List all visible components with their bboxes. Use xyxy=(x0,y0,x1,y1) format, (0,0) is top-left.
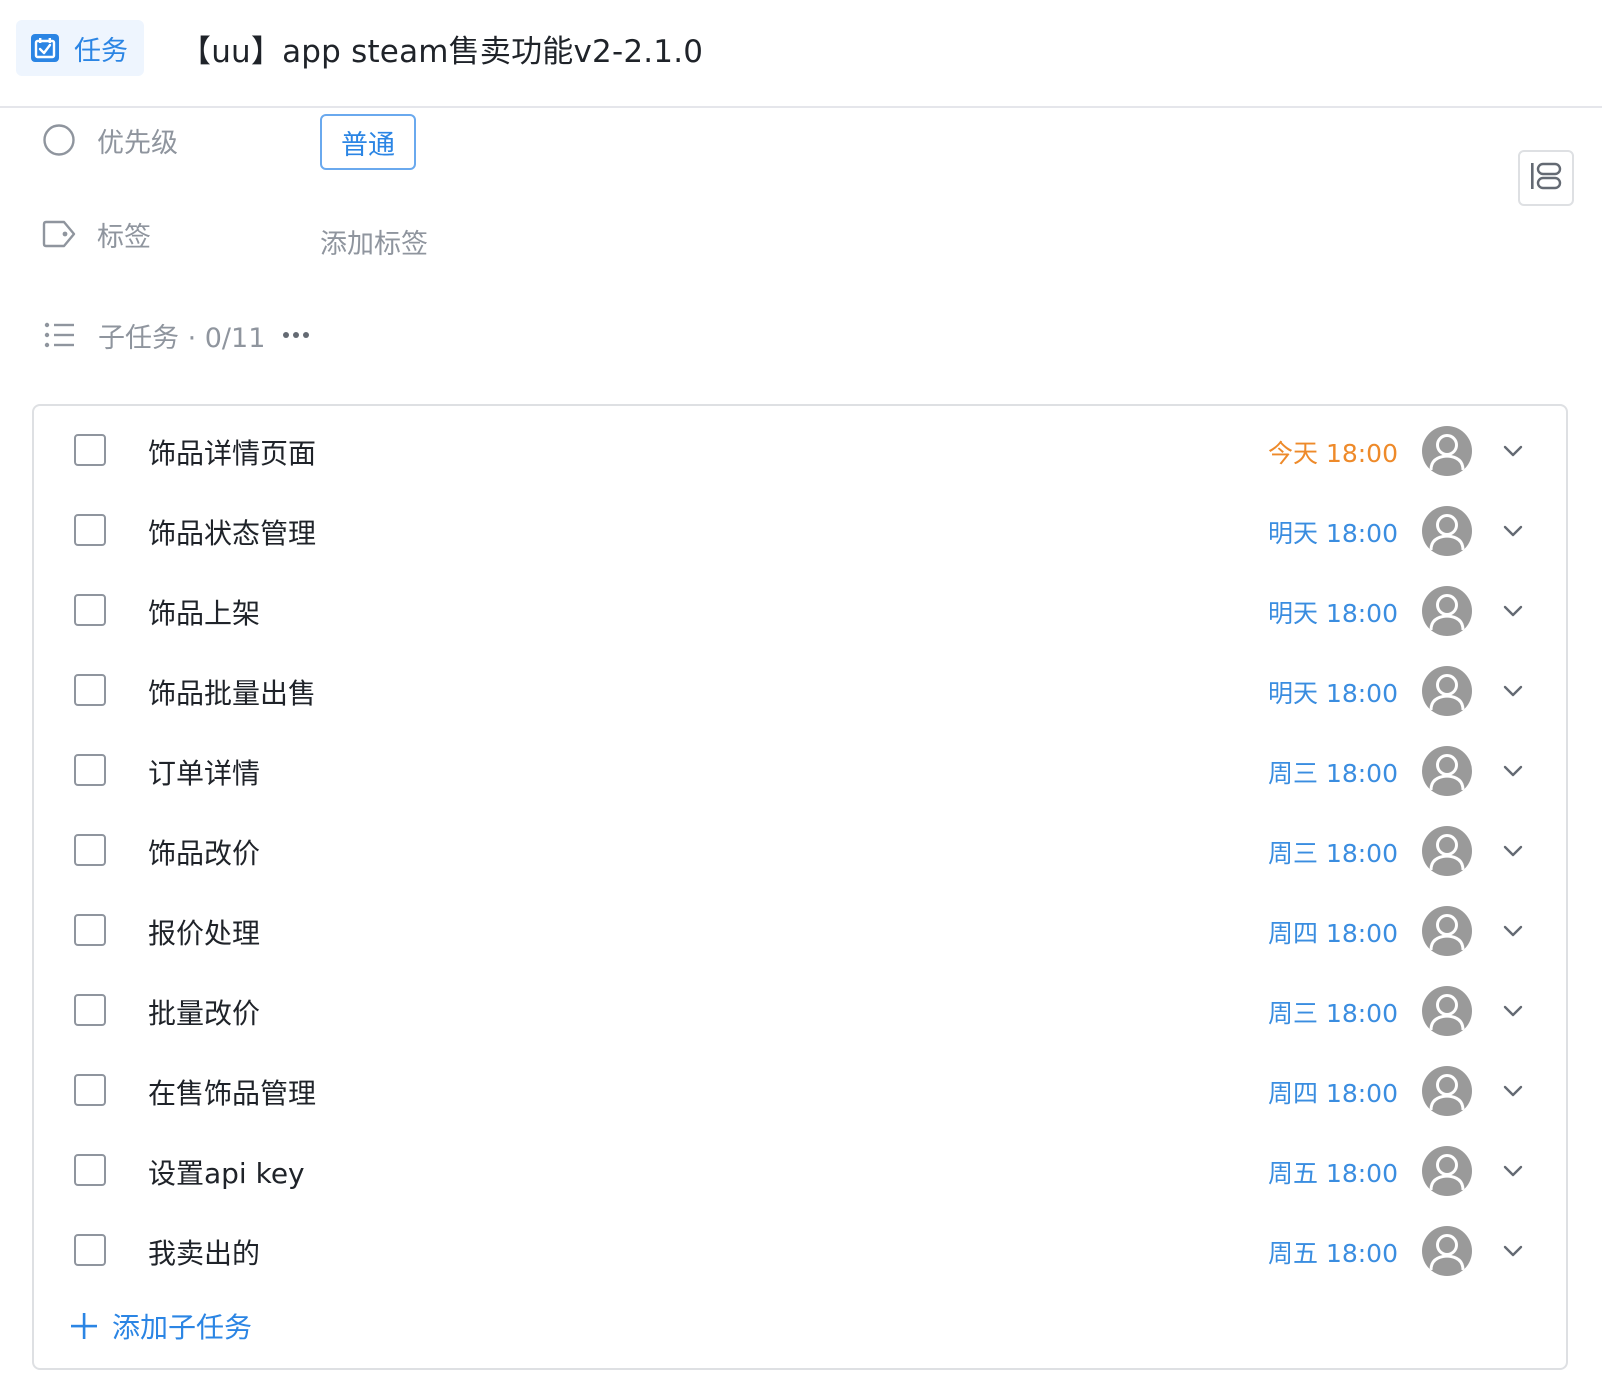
priority-label: 优先级 xyxy=(97,127,178,159)
layout-icon xyxy=(1529,161,1563,195)
subtask-row[interactable]: 订单详情 周三 18:00 xyxy=(34,732,1566,812)
chevron-down-icon[interactable] xyxy=(1500,998,1526,1024)
subtask-due-date[interactable]: 明天 18:00 xyxy=(1268,594,1398,630)
task-checkbox-icon xyxy=(28,31,62,65)
subtask-row[interactable]: 批量改价 周三 18:00 xyxy=(34,972,1566,1052)
subtask-title[interactable]: 饰品批量出售 xyxy=(148,672,316,712)
subtask-checkbox[interactable] xyxy=(74,594,106,626)
priority-field: 优先级 xyxy=(40,112,178,168)
subtask-title[interactable]: 饰品改价 xyxy=(148,832,260,872)
subtask-row[interactable]: 在售饰品管理 周四 18:00 xyxy=(34,1052,1566,1132)
assignee-avatar[interactable] xyxy=(1422,1146,1472,1196)
subtasks-count-label: 子任务 · 0/11 xyxy=(98,322,266,354)
assignee-avatar[interactable] xyxy=(1422,826,1472,876)
chevron-down-icon[interactable] xyxy=(1500,1238,1526,1264)
subtask-row[interactable]: 设置api key 周五 18:00 xyxy=(34,1132,1566,1212)
chevron-down-icon[interactable] xyxy=(1500,518,1526,544)
circle-icon xyxy=(40,121,78,159)
subtask-due-date[interactable]: 周五 18:00 xyxy=(1268,1234,1398,1270)
more-icon[interactable] xyxy=(283,332,310,338)
subtask-checkbox[interactable] xyxy=(74,754,106,786)
subtask-due-date[interactable]: 明天 18:00 xyxy=(1268,674,1398,710)
subtask-due-date[interactable]: 周三 18:00 xyxy=(1268,994,1398,1030)
subtask-due-date[interactable]: 周四 18:00 xyxy=(1268,914,1398,950)
subtask-row[interactable]: 饰品状态管理 明天 18:00 xyxy=(34,492,1566,572)
assignee-avatar[interactable] xyxy=(1422,906,1472,956)
add-subtask-button[interactable]: 添加子任务 xyxy=(68,1306,252,1346)
subtask-checkbox[interactable] xyxy=(74,1234,106,1266)
assignee-avatar[interactable] xyxy=(1422,506,1472,556)
subtasks-header: 子任务 · 0/11 xyxy=(40,312,310,358)
layout-toggle-button[interactable] xyxy=(1518,150,1574,206)
subtask-due-date[interactable]: 周四 18:00 xyxy=(1268,1074,1398,1110)
plus-icon xyxy=(68,1310,100,1342)
subtask-checkbox[interactable] xyxy=(74,1154,106,1186)
subtask-row[interactable]: 饰品改价 周三 18:00 xyxy=(34,812,1566,892)
assignee-avatar[interactable] xyxy=(1422,1226,1472,1276)
subtask-due-date[interactable]: 今天 18:00 xyxy=(1268,434,1398,470)
assignee-avatar[interactable] xyxy=(1422,986,1472,1036)
subtask-due-date[interactable]: 周三 18:00 xyxy=(1268,834,1398,870)
task-header: 任务 【uu】app steam售卖功能v2-2.1.0 xyxy=(0,0,1602,108)
subtask-checkbox[interactable] xyxy=(74,994,106,1026)
chevron-down-icon[interactable] xyxy=(1500,838,1526,864)
subtask-checkbox[interactable] xyxy=(74,1074,106,1106)
chevron-down-icon[interactable] xyxy=(1500,758,1526,784)
tags-label: 标签 xyxy=(97,221,151,253)
tag-icon xyxy=(40,215,78,253)
task-type-label: 任务 xyxy=(74,35,128,67)
subtask-list: 饰品详情页面 今天 18:00 饰品状态管理 明天 18:00 饰品上架 明天 18:00… xyxy=(32,404,1568,1370)
add-subtask-label: 添加子任务 xyxy=(112,1311,253,1344)
assignee-avatar[interactable] xyxy=(1422,586,1472,636)
subtask-title[interactable]: 饰品详情页面 xyxy=(148,432,316,472)
subtask-row[interactable]: 我卖出的 周五 18:00 xyxy=(34,1212,1566,1292)
assignee-avatar[interactable] xyxy=(1422,666,1472,716)
subtask-title[interactable]: 在售饰品管理 xyxy=(148,1072,316,1112)
subtask-checkbox[interactable] xyxy=(74,514,106,546)
chevron-down-icon[interactable] xyxy=(1500,598,1526,624)
subtask-row[interactable]: 饰品批量出售 明天 18:00 xyxy=(34,652,1566,732)
subtask-due-date[interactable]: 周五 18:00 xyxy=(1268,1154,1398,1190)
subtask-title[interactable]: 订单详情 xyxy=(148,752,260,792)
subtask-due-date[interactable]: 明天 18:00 xyxy=(1268,514,1398,550)
subtask-checkbox[interactable] xyxy=(74,834,106,866)
subtask-row[interactable]: 饰品详情页面 今天 18:00 xyxy=(34,412,1566,492)
chevron-down-icon[interactable] xyxy=(1500,1078,1526,1104)
subtask-checkbox[interactable] xyxy=(74,914,106,946)
chevron-down-icon[interactable] xyxy=(1500,1158,1526,1184)
chevron-down-icon[interactable] xyxy=(1500,438,1526,464)
task-type-tag[interactable]: 任务 xyxy=(16,20,144,76)
assignee-avatar[interactable] xyxy=(1422,426,1472,476)
tags-field: 标签 xyxy=(40,206,151,262)
assignee-avatar[interactable] xyxy=(1422,746,1472,796)
add-tag-button[interactable]: 添加标签 xyxy=(320,222,428,261)
subtask-title[interactable]: 饰品上架 xyxy=(148,592,260,632)
subtask-row[interactable]: 报价处理 周四 18:00 xyxy=(34,892,1566,972)
subtask-title[interactable]: 饰品状态管理 xyxy=(148,512,316,552)
priority-select[interactable]: 普通 xyxy=(320,114,416,170)
subtask-title[interactable]: 我卖出的 xyxy=(148,1232,260,1272)
subtask-row[interactable]: 饰品上架 明天 18:00 xyxy=(34,572,1566,652)
subtask-due-date[interactable]: 周三 18:00 xyxy=(1268,754,1398,790)
chevron-down-icon[interactable] xyxy=(1500,678,1526,704)
subtask-title[interactable]: 批量改价 xyxy=(148,992,260,1032)
subtask-checkbox[interactable] xyxy=(74,434,106,466)
page-title[interactable]: 【uu】app steam售卖功能v2-2.1.0 xyxy=(180,26,703,71)
subtask-title[interactable]: 报价处理 xyxy=(148,912,260,952)
subtask-checkbox[interactable] xyxy=(74,674,106,706)
assignee-avatar[interactable] xyxy=(1422,1066,1472,1116)
list-icon xyxy=(40,316,78,354)
subtask-title[interactable]: 设置api key xyxy=(148,1152,305,1192)
chevron-down-icon[interactable] xyxy=(1500,918,1526,944)
